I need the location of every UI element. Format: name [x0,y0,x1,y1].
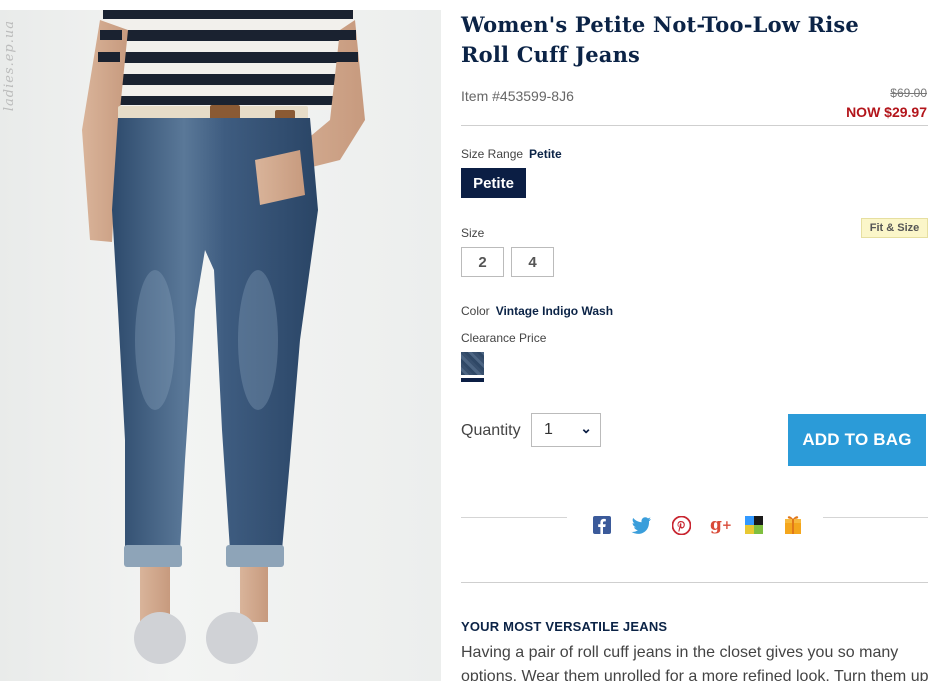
size-option-4[interactable]: 4 [511,247,554,277]
divider [461,582,928,583]
twitter-icon[interactable] [631,515,651,535]
product-image[interactable]: ladies.ep.ua [0,10,441,681]
product-title: Women's Petite Not-Too-Low Rise Roll Cuf… [461,12,859,67]
sale-price: NOW $29.97 [846,104,927,120]
description-text: Having a pair of roll cuff jeans in the … [461,644,929,681]
color-selected: Vintage Indigo Wash [495,304,614,318]
size-option-2[interactable]: 2 [461,247,504,277]
delicious-icon[interactable] [744,515,764,535]
quantity-select[interactable]: 1 ⌄ [531,413,601,447]
chevron-down-icon: ⌄ [580,420,592,436]
model-jeans-illustration [82,10,365,664]
size-range-petite-button[interactable]: Petite [461,168,526,198]
description-heading: YOUR MOST VERSATILE JEANS [461,619,668,634]
size-range-label: Size Range Petite [461,147,562,161]
watermark-text: ladies.ep.ua [2,20,17,112]
pinterest-icon[interactable] [671,515,691,535]
divider [461,125,928,126]
color-label: Color Vintage Indigo Wash [461,304,614,318]
product-details: Women's Petite Not-Too-Low Rise Roll Cuf… [461,0,929,681]
item-number: Item #453599-8J6 [461,88,574,104]
size-label: Size [461,226,485,240]
quantity-value: 1 [544,421,553,438]
share-divider-right [823,517,928,518]
size-range-selected: Petite [529,147,562,161]
color-swatch-vintage-indigo[interactable] [461,352,484,375]
google-plus-icon[interactable]: g+ [710,515,732,535]
quantity-label: Quantity [461,422,521,439]
share-divider-left [461,517,567,518]
fit-and-size-link[interactable]: Fit & Size [861,218,928,238]
add-to-bag-button[interactable]: ADD TO BAG [788,414,926,466]
facebook-icon[interactable] [592,515,612,535]
original-price: $69.00 [890,86,927,100]
clearance-price-label: Clearance Price [461,331,547,345]
selected-swatch-indicator [461,378,484,382]
gift-icon[interactable] [783,515,803,535]
